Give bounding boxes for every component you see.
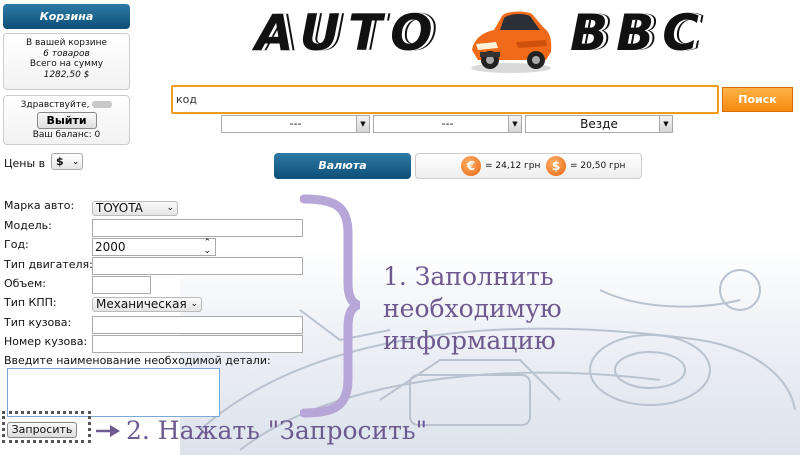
model-input[interactable]	[92, 219, 303, 237]
volume-input[interactable]	[92, 276, 151, 294]
prices-label: Цены в	[4, 157, 46, 170]
chevron-down-icon: ⌄	[190, 299, 198, 309]
dollar-icon: $	[546, 156, 566, 176]
logout-button[interactable]: Выйти	[36, 112, 97, 129]
cart-item-count: 6 товаров	[43, 48, 90, 59]
part-name-label: Введите наименование необходимой детали:	[4, 354, 271, 367]
balance-text: Ваш баланс: 0	[32, 130, 101, 140]
gearbox-select-value: Механическая	[96, 297, 187, 311]
dropdown-arrow-icon: ▼	[356, 116, 369, 132]
currency-select[interactable]: $ ⌄	[51, 153, 83, 170]
cart-text-1: В вашей корзине	[25, 38, 108, 48]
brand-select-value: TOYOTA	[96, 201, 143, 215]
logo-text-left: AUTO	[255, 4, 441, 62]
car-logo-icon	[466, 2, 556, 77]
search-scope-value: Везде	[580, 117, 618, 131]
curly-brace-icon	[299, 193, 373, 418]
search-button[interactable]: Поиск	[722, 87, 793, 112]
filter-select-1-value: ---	[289, 117, 302, 130]
cart-total: 1282,50 $	[43, 69, 90, 80]
gearbox-select[interactable]: Механическая ⌄	[92, 297, 202, 312]
filter-select-2[interactable]: --- ▼	[373, 115, 522, 133]
chevron-down-icon: ⌄	[72, 157, 79, 166]
brand-select[interactable]: TOYOTA ⌄	[92, 201, 178, 216]
currency-select-value: $	[56, 155, 64, 168]
chevron-down-icon: ⌄	[166, 203, 174, 213]
instruction-step-1: 1. Заполнить необходимую информацию	[383, 261, 683, 357]
volume-label: Объем:	[4, 277, 46, 290]
year-input[interactable]: 2000 ⌃ ⌄	[92, 238, 216, 256]
euro-icon: €	[461, 156, 481, 176]
exchange-rates: € = 24,12 грн $ = 20,50 грн	[415, 153, 642, 179]
greeting-text: Здравствуйте,	[20, 100, 90, 110]
euro-rate: = 24,12 грн	[485, 161, 541, 171]
dollar-rate: = 20,50 грн	[570, 161, 626, 171]
body-number-label: Номер кузова:	[4, 335, 88, 348]
dropdown-arrow-icon: ▼	[659, 116, 672, 132]
user-panel: Здравствуйте, Выйти Ваш баланс: 0	[3, 95, 130, 145]
username-redacted	[92, 101, 113, 108]
cart-summary: В вашей корзине 6 товаров Всего на сумму…	[3, 33, 130, 90]
body-type-label: Тип кузова:	[4, 316, 72, 329]
step1-line-2: необходимую	[383, 294, 562, 323]
year-input-value: 2000	[95, 240, 126, 254]
spinner-icon[interactable]: ⌃ ⌄	[203, 239, 211, 256]
search-input[interactable]: код	[171, 85, 719, 114]
instruction-step-2: 2. Нажать "Запросить"	[126, 416, 428, 445]
body-type-input[interactable]	[92, 316, 303, 334]
body-number-input[interactable]	[92, 335, 303, 353]
currency-header[interactable]: Валюта	[274, 153, 411, 179]
arrow-right-icon	[94, 421, 124, 441]
filter-select-2-value: ---	[441, 117, 454, 130]
cart-text-2: Всего на сумму	[29, 59, 104, 69]
submit-request-button[interactable]: Запросить	[7, 422, 77, 438]
year-label: Год:	[4, 238, 29, 251]
filter-select-1[interactable]: --- ▼	[221, 115, 370, 133]
brand-label: Марка авто:	[4, 199, 75, 212]
engine-label: Тип двигателя:	[4, 258, 93, 271]
gearbox-label: Тип КПП:	[4, 296, 57, 309]
engine-type-input[interactable]	[92, 257, 303, 275]
search-scope-select[interactable]: Везде ▼	[525, 115, 673, 133]
dropdown-arrow-icon: ▼	[508, 116, 521, 132]
part-name-textarea[interactable]	[7, 368, 220, 417]
step1-line-1: 1. Заполнить	[383, 262, 554, 291]
logo-text-right: BBC	[570, 4, 707, 62]
greeting: Здравствуйте,	[4, 100, 129, 110]
cart-header[interactable]: Корзина	[3, 4, 130, 29]
model-label: Модель:	[4, 219, 52, 232]
step1-line-3: информацию	[383, 326, 556, 355]
